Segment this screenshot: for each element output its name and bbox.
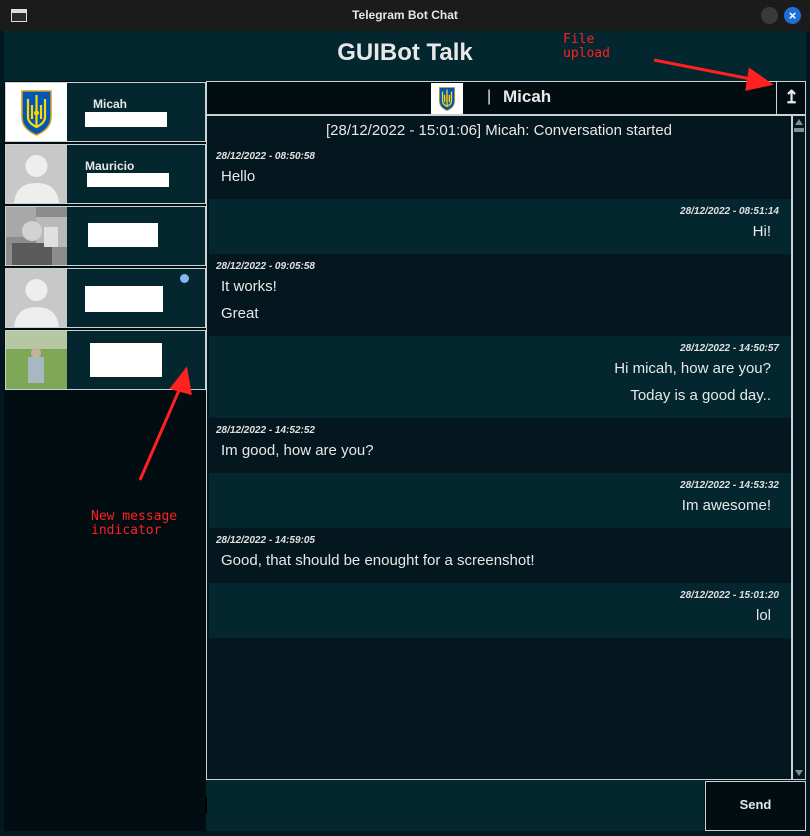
message-timestamp: 28/12/2022 - 14:52:52 [216, 425, 315, 436]
file-upload-button[interactable]: ↥ [776, 82, 806, 114]
redacted-text [88, 223, 158, 247]
message-outgoing: 28/12/2022 - 14:53:32 Im awesome! [209, 473, 791, 528]
message-text: Today is a good day.. [630, 387, 771, 404]
redacted-text [90, 343, 162, 377]
new-message-indicator [180, 274, 189, 283]
message-incoming: 28/12/2022 - 09:05:58 It works! Great [209, 254, 791, 336]
header-separator: | [487, 88, 492, 105]
user-photo-icon [6, 207, 67, 265]
message-timestamp: 28/12/2022 - 15:01:20 [680, 590, 779, 601]
scroll-thumb[interactable] [794, 128, 804, 132]
system-message: [28/12/2022 - 15:01:06] Micah: Conversat… [325, 122, 673, 139]
message-text: Hi! [752, 223, 771, 240]
user-photo-icon [6, 331, 67, 389]
message-timestamp: 28/12/2022 - 08:50:58 [216, 151, 315, 162]
message-text: It works! [221, 278, 277, 295]
message-list[interactable]: [28/12/2022 - 15:01:06] Micah: Conversat… [206, 115, 792, 780]
message-timestamp: 28/12/2022 - 14:53:32 [680, 480, 779, 491]
annotation-new-message: New message indicator [91, 509, 178, 538]
message-text: Im awesome! [681, 497, 771, 514]
contact-name: Micah [93, 97, 128, 111]
default-person-icon [6, 269, 67, 327]
ukraine-coat-of-arms-icon [431, 83, 463, 114]
window-title: Telegram Bot Chat [352, 8, 458, 22]
message-text: Im good, how are you? [221, 442, 374, 459]
send-button[interactable]: Send [705, 781, 806, 831]
message-text: Good, that should be enought for a scree… [221, 552, 535, 569]
chat-peer-name: Micah [503, 87, 552, 106]
message-incoming: 28/12/2022 - 08:50:58 Hello [209, 144, 791, 199]
message-scrollbar[interactable] [792, 115, 806, 780]
message-timestamp: 28/12/2022 - 09:05:58 [216, 261, 315, 272]
ukraine-coat-of-arms-icon [6, 83, 67, 141]
close-icon: × [788, 8, 797, 23]
app-header: GUIBot Talk [4, 31, 806, 81]
scroll-down-icon[interactable] [795, 770, 803, 776]
contact-name: Mauricio [85, 159, 135, 173]
message-text: Hello [221, 168, 256, 185]
redacted-text [85, 112, 167, 127]
message-timestamp: 28/12/2022 - 14:50:57 [680, 343, 779, 354]
default-person-icon [6, 145, 67, 203]
annotation-file-upload: File upload [563, 32, 610, 61]
message-incoming: 28/12/2022 - 14:52:52 Im good, how are yo… [209, 418, 791, 473]
contact-item-4[interactable] [5, 268, 206, 328]
message-text: lol [755, 607, 771, 624]
app-title: GUIBot Talk [337, 39, 473, 66]
message-text: Great [221, 305, 259, 322]
redacted-text [85, 286, 163, 312]
contact-item-micah[interactable]: Micah [5, 82, 206, 142]
window-titlebar: Telegram Bot Chat × [0, 0, 810, 31]
message-incoming: 28/12/2022 - 14:59:05 Good, that should b… [209, 528, 791, 583]
close-button[interactable]: × [784, 7, 801, 24]
message-timestamp: 28/12/2022 - 14:59:05 [216, 535, 315, 546]
contact-item-5[interactable] [5, 330, 206, 390]
contacts-sidebar: Micah Mauricio [4, 81, 206, 831]
message-outgoing: 28/12/2022 - 15:01:20 lol [209, 583, 791, 638]
message-outgoing: 28/12/2022 - 08:51:14 Hi! [209, 199, 791, 254]
message-outgoing: 28/12/2022 - 14:50:57 Hi micah, how are y… [209, 336, 791, 418]
contact-item-mauricio[interactable]: Mauricio [5, 144, 206, 204]
text-cursor [205, 797, 207, 813]
chat-header: | Micah ↥ [206, 81, 806, 115]
message-input[interactable] [206, 780, 704, 831]
message-text: Hi micah, how are you? [614, 360, 771, 377]
redacted-text [87, 173, 169, 187]
scroll-up-icon[interactable] [795, 119, 803, 125]
contact-item-3[interactable] [5, 206, 206, 266]
message-timestamp: 28/12/2022 - 08:51:14 [680, 206, 779, 217]
upload-icon: ↥ [783, 87, 800, 107]
minimize-button[interactable] [761, 7, 778, 24]
